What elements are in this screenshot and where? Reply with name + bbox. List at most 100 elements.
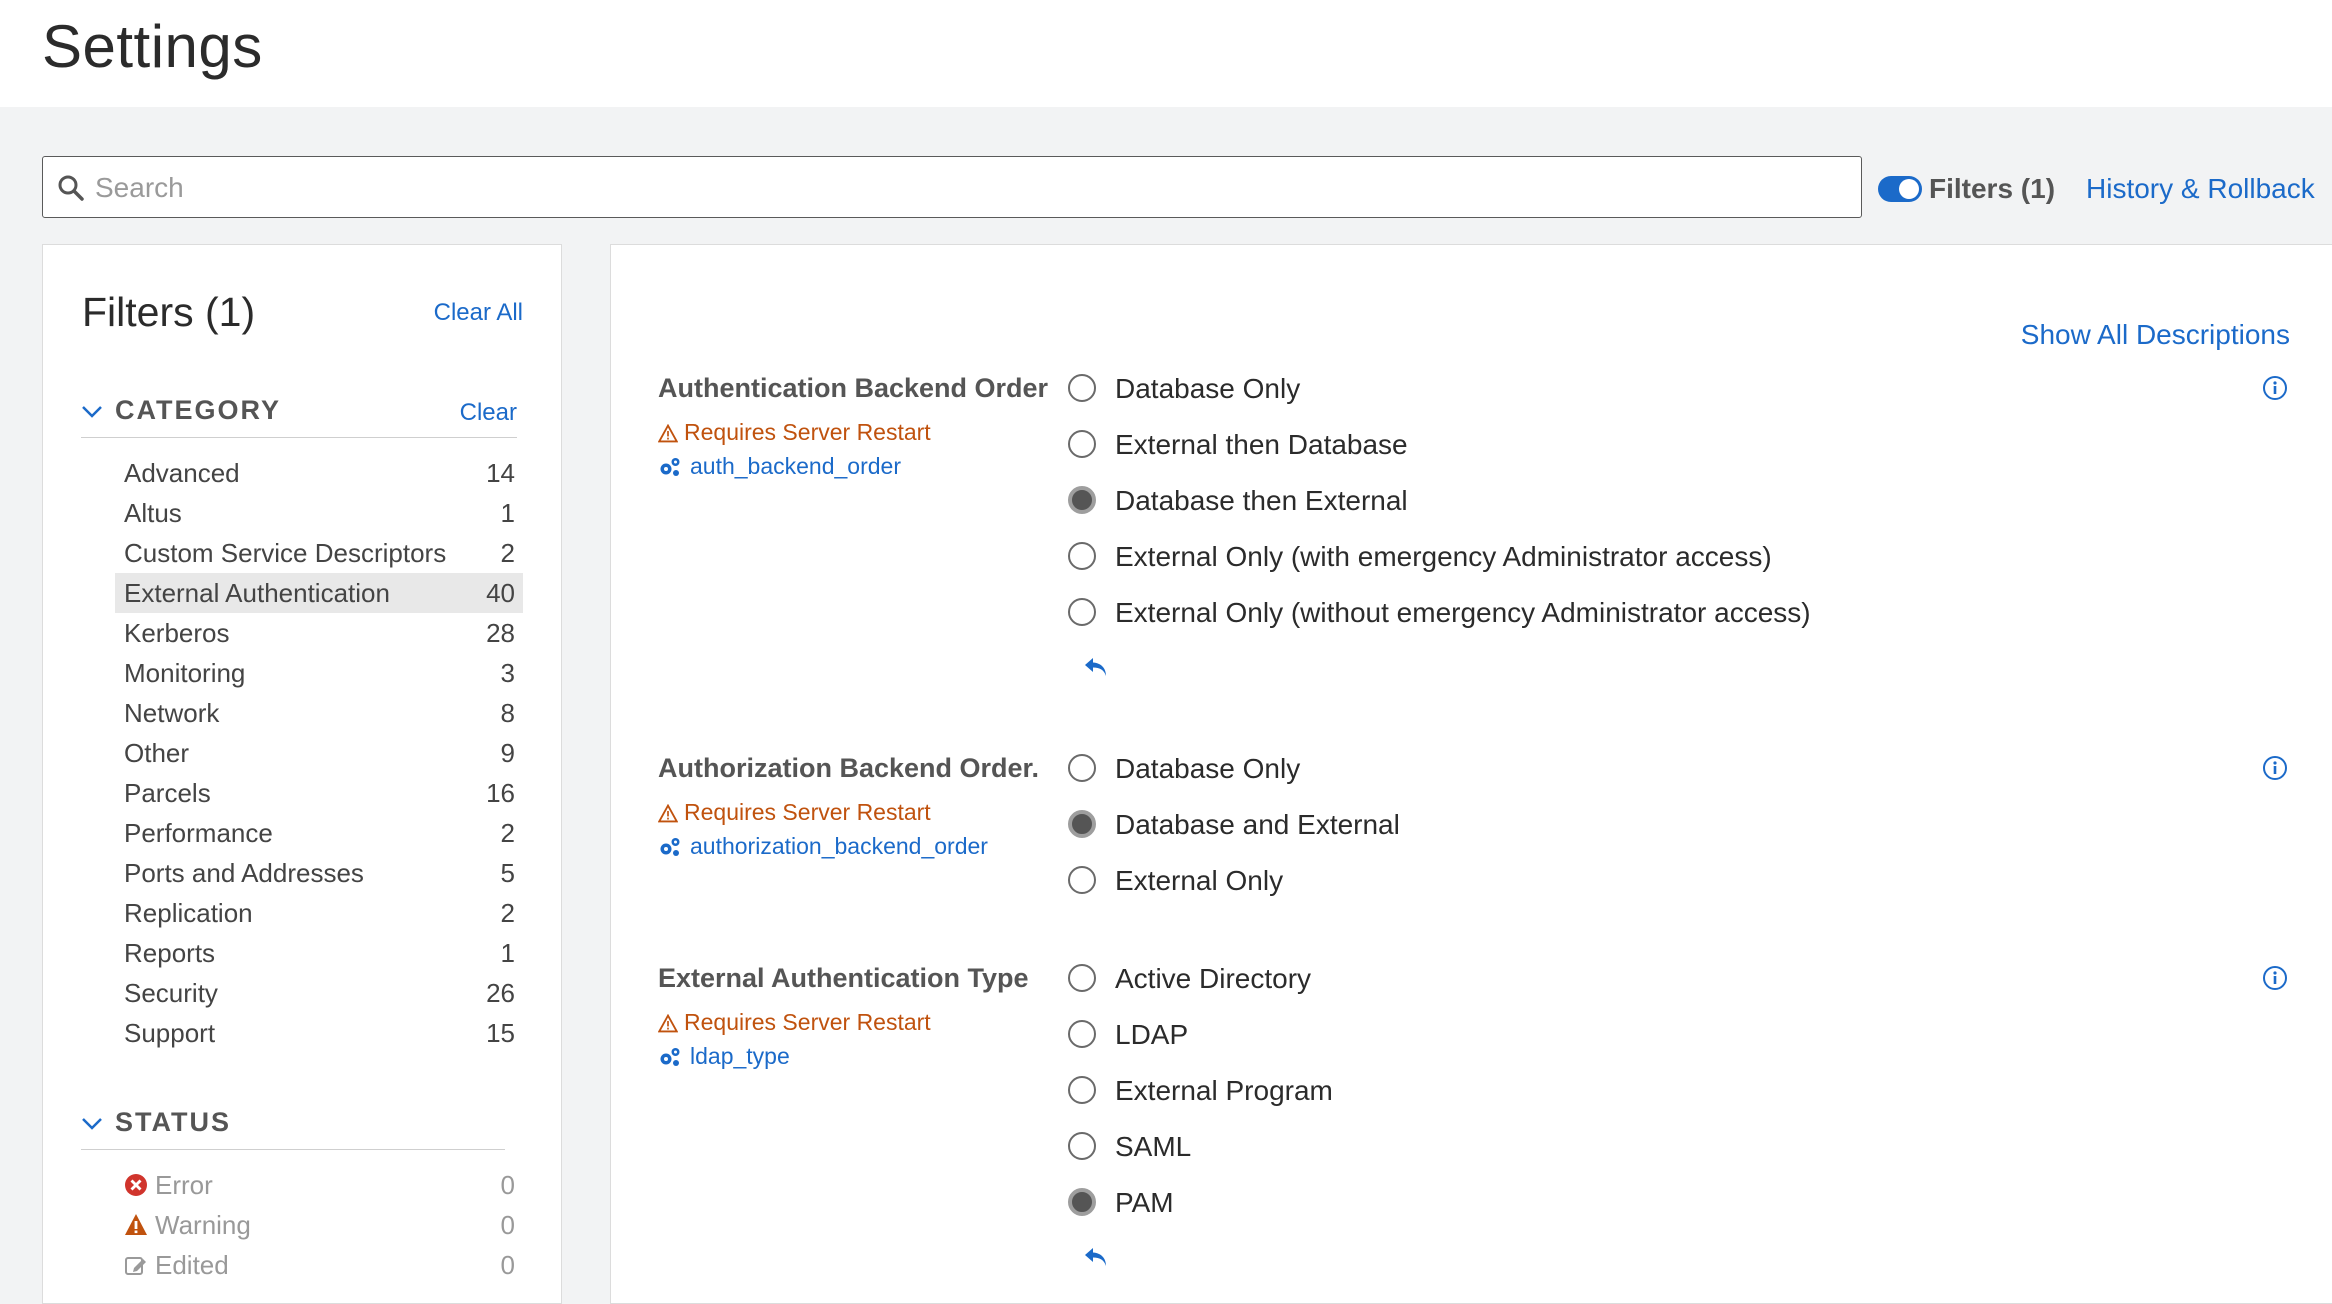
gears-icon [660, 1048, 680, 1066]
filters-toggle[interactable] [1878, 176, 1922, 202]
clear-all-button[interactable]: Clear All [434, 299, 523, 327]
category-label: Ports and Addresses [124, 858, 364, 888]
config-key-link[interactable]: auth_backend_order [658, 453, 901, 480]
status-section-header[interactable]: STATUS [81, 1103, 505, 1150]
option-label: Database then External [1115, 485, 1408, 516]
option-label: External Only (with emergency Administra… [1115, 541, 1772, 572]
restart-warning: Requires Server Restart [657, 799, 931, 826]
category-count: 8 [500, 698, 515, 728]
warning-icon [125, 1214, 147, 1235]
toggle-knob [1899, 179, 1919, 199]
option-label: External Program [1115, 1075, 1333, 1106]
status-label: Edited [155, 1250, 229, 1280]
config-key: auth_backend_order [690, 453, 901, 479]
radio-button[interactable] [1068, 754, 1096, 782]
history-rollback-link[interactable]: History & Rollback [2086, 173, 2315, 205]
undo-icon[interactable] [1082, 655, 1110, 679]
category-label: Network [124, 698, 220, 728]
category-item[interactable]: Ports and Addresses 5 [115, 853, 523, 893]
warning-icon [657, 423, 679, 443]
config-key: authorization_backend_order [690, 833, 988, 859]
status-item-error[interactable]: Error 0 [115, 1165, 523, 1205]
restart-label: Requires Server Restart [684, 1009, 931, 1035]
option-label: Active Directory [1115, 963, 1312, 994]
category-item[interactable]: Support 15 [115, 1013, 523, 1053]
category-count: 9 [500, 738, 515, 768]
category-item-selected[interactable]: External Authentication 40 [115, 573, 523, 613]
config-key-link[interactable]: ldap_type [658, 1043, 790, 1070]
status-item-edited[interactable]: Edited 0 [115, 1245, 523, 1285]
radio-button[interactable] [1068, 964, 1096, 992]
category-item[interactable]: Reports 1 [115, 933, 523, 973]
radio-button[interactable] [1068, 866, 1096, 894]
category-item[interactable]: Security 26 [115, 973, 523, 1013]
radio-button[interactable] [1068, 374, 1096, 402]
option-label: SAML [1115, 1131, 1192, 1162]
category-item[interactable]: Kerberos 28 [115, 613, 523, 653]
setting-name: External Authentication Type [658, 963, 1029, 993]
config-key: ldap_type [690, 1043, 790, 1069]
category-section-header[interactable]: CATEGORY Clear [81, 391, 517, 438]
undo-icon[interactable] [1082, 1245, 1110, 1269]
info-icon[interactable] [2262, 375, 2288, 401]
radio-button[interactable] [1068, 1132, 1096, 1160]
category-item[interactable]: Altus 1 [115, 493, 523, 533]
category-count: 1 [500, 498, 515, 528]
category-label: Custom Service Descriptors [124, 538, 447, 568]
category-label: Other [124, 738, 190, 768]
chevron-down-icon[interactable] [81, 405, 103, 419]
radio-button-checked[interactable] [1068, 1188, 1096, 1216]
restart-warning: Requires Server Restart [657, 1009, 931, 1036]
info-icon[interactable] [2262, 755, 2288, 781]
radio-button-checked[interactable] [1068, 486, 1096, 514]
page-header: Settings [0, 0, 2332, 107]
category-title: CATEGORY [115, 395, 282, 425]
warning-icon [657, 803, 679, 823]
category-count: 16 [486, 778, 515, 808]
config-key-link[interactable]: authorization_backend_order [658, 833, 988, 860]
option-label: External Only (without emergency Adminis… [1115, 597, 1811, 628]
filters-toggle-label[interactable]: Filters (1) [1929, 173, 2055, 205]
radio-button-checked[interactable] [1068, 810, 1096, 838]
category-label: External Authentication [124, 578, 390, 608]
category-item[interactable]: Network 8 [115, 693, 523, 733]
category-item[interactable]: Custom Service Descriptors 2 [115, 533, 523, 573]
category-item[interactable]: Replication 2 [115, 893, 523, 933]
category-item[interactable]: Monitoring 3 [115, 653, 523, 693]
category-count: 15 [486, 1018, 515, 1048]
category-clear-button[interactable]: Clear [460, 399, 517, 427]
restart-label: Requires Server Restart [684, 799, 931, 825]
radio-button[interactable] [1068, 1076, 1096, 1104]
category-list: Advanced 14 Altus 1 Custom Service Descrip… [115, 453, 523, 1053]
status-title: STATUS [115, 1107, 231, 1137]
category-count: 26 [486, 978, 515, 1008]
category-item[interactable]: Parcels 16 [115, 773, 523, 813]
gears-icon [660, 458, 680, 476]
status-count: 0 [500, 1210, 515, 1240]
category-item[interactable]: Advanced 14 [115, 453, 523, 493]
show-all-descriptions-link[interactable]: Show All Descriptions [2021, 319, 2290, 351]
error-icon [125, 1174, 147, 1196]
category-item[interactable]: Other 9 [115, 733, 523, 773]
category-count: 2 [500, 538, 515, 568]
category-count: 28 [486, 618, 515, 648]
info-icon[interactable] [2262, 965, 2288, 991]
status-count: 0 [500, 1250, 515, 1280]
radio-button[interactable] [1068, 542, 1096, 570]
search-box[interactable] [42, 156, 1862, 218]
filters-title: Filters (1) [82, 289, 256, 335]
radio-button[interactable] [1068, 430, 1096, 458]
status-label: Warning [155, 1210, 251, 1240]
category-item[interactable]: Performance 2 [115, 813, 523, 853]
chevron-down-icon[interactable] [81, 1117, 103, 1131]
category-count: 2 [500, 818, 515, 848]
radio-button[interactable] [1068, 1020, 1096, 1048]
edit-icon [125, 1257, 146, 1275]
category-count: 14 [486, 458, 515, 488]
restart-warning: Requires Server Restart [657, 419, 931, 446]
radio-button[interactable] [1068, 598, 1096, 626]
status-item-warning[interactable]: Warning 0 [115, 1205, 523, 1245]
category-label: Security [124, 978, 218, 1008]
search-input[interactable] [93, 167, 1837, 209]
warning-icon [657, 1013, 679, 1033]
